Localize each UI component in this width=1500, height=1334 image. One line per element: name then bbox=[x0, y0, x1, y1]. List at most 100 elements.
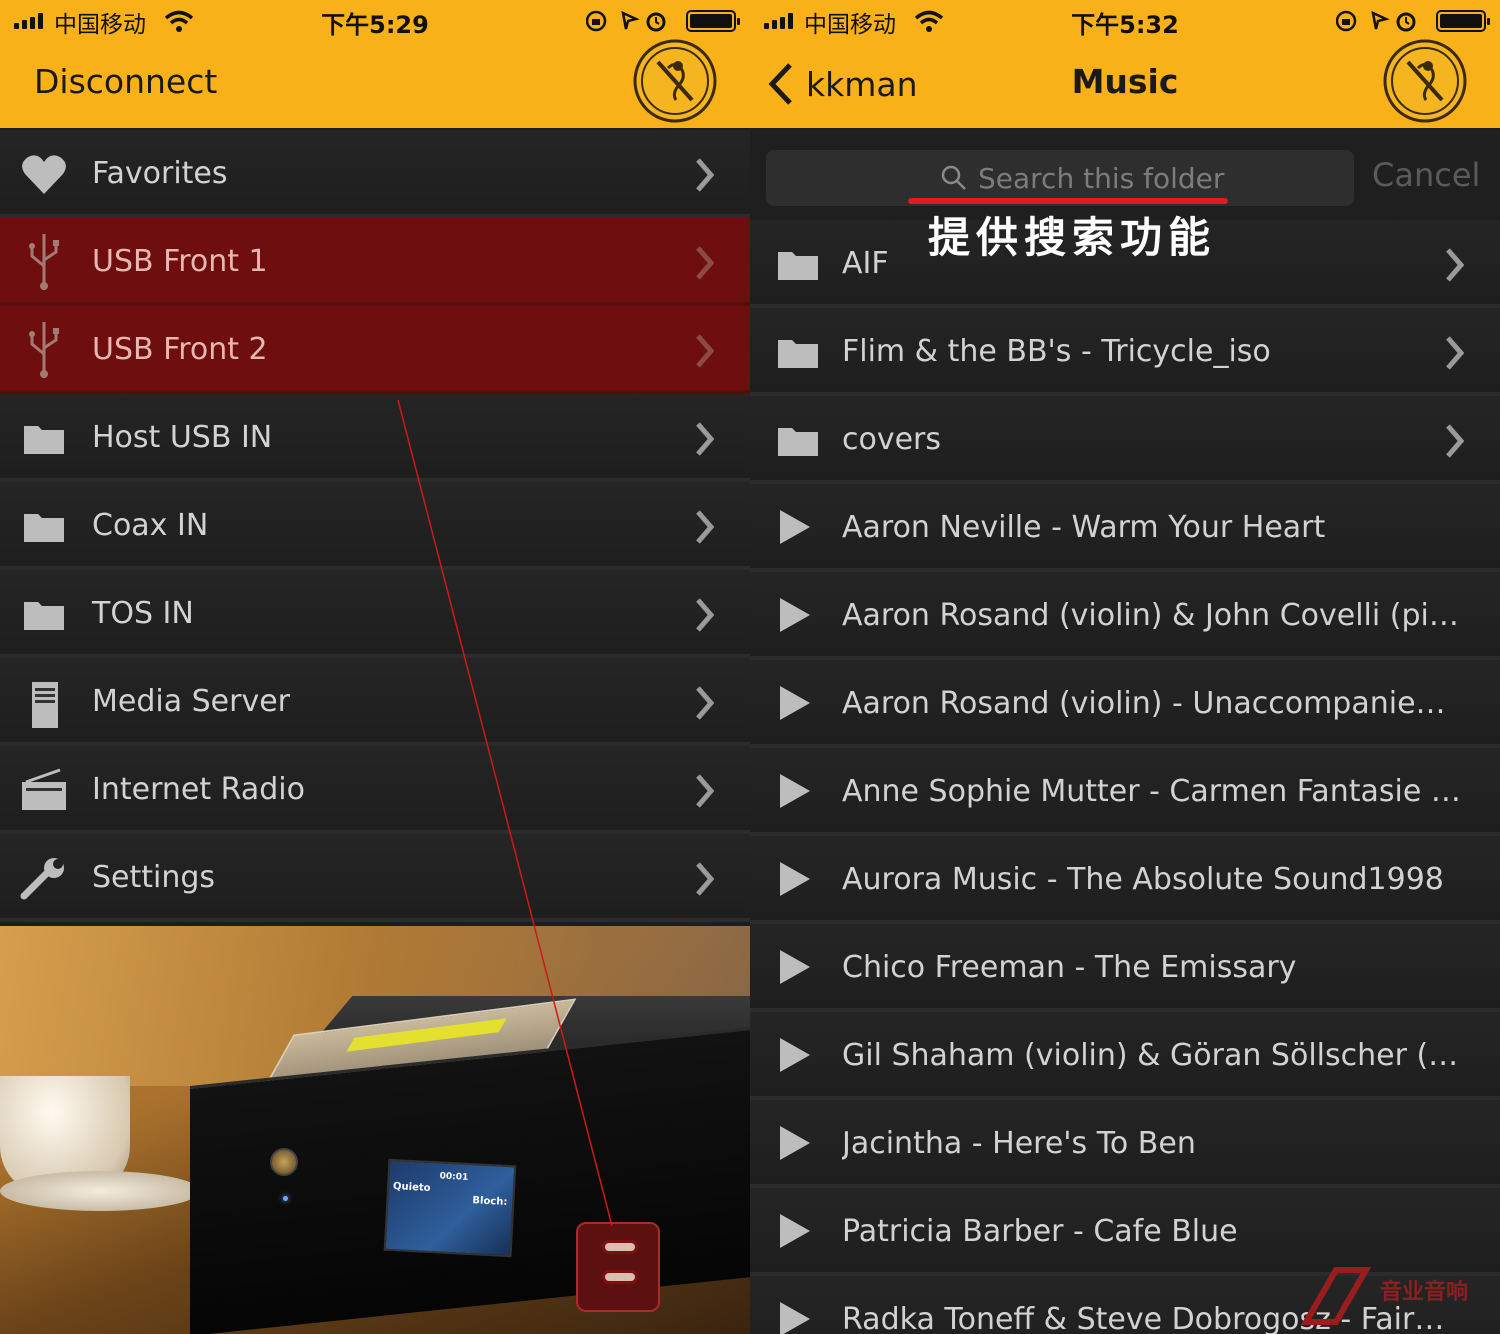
list-item[interactable]: Aurora Music - The Absolute Sound1998 bbox=[750, 836, 1500, 924]
folder-content-list: AIF Flim & the BB's - Tricycle_iso cover… bbox=[750, 220, 1500, 1334]
battery-icon bbox=[1436, 10, 1490, 32]
menu-item-coax-in[interactable]: Coax IN bbox=[0, 482, 750, 570]
brand-logo-icon bbox=[1383, 39, 1467, 123]
watermark-logo-icon bbox=[1300, 1267, 1372, 1325]
menu-item-usb-front-1[interactable]: USB Front 1 bbox=[0, 218, 750, 306]
play-icon bbox=[780, 774, 810, 808]
menu-item-internet-radio[interactable]: Internet Radio bbox=[0, 746, 750, 834]
top-bar: 中国移动 下午5:32 kkman Music bbox=[750, 0, 1500, 128]
folder-icon bbox=[778, 340, 818, 368]
menu-item-label: Host USB IN bbox=[92, 420, 273, 455]
status-bar: 中国移动 下午5:32 bbox=[750, 0, 1500, 42]
menu-item-label: Coax IN bbox=[92, 508, 209, 543]
usb-icon bbox=[29, 322, 59, 378]
chevron-right-icon bbox=[1446, 424, 1464, 458]
list-item[interactable]: Aaron Rosand (violin) - Unaccompanied Vi… bbox=[750, 660, 1500, 748]
brand-logo-icon bbox=[633, 39, 717, 123]
list-item-label: Flim & the BB's - Tricycle_iso bbox=[842, 334, 1271, 369]
search-input[interactable] bbox=[978, 158, 1338, 198]
chevron-right-icon bbox=[696, 774, 714, 808]
chevron-right-icon bbox=[1446, 248, 1464, 282]
list-item-label: AIF bbox=[842, 246, 889, 281]
list-item-label: covers bbox=[842, 422, 942, 457]
display-title-a: Quieto bbox=[392, 1180, 431, 1194]
menu-item-label: Internet Radio bbox=[92, 772, 305, 807]
play-icon bbox=[780, 1126, 810, 1160]
menu-item-media-server[interactable]: Media Server bbox=[0, 658, 750, 746]
play-icon bbox=[780, 950, 810, 984]
watermark-text: 音业音响 bbox=[1380, 1280, 1469, 1305]
chevron-right-icon bbox=[696, 334, 714, 368]
folder-icon bbox=[778, 252, 818, 280]
folder-icon bbox=[24, 514, 64, 542]
disconnect-button[interactable]: Disconnect bbox=[34, 62, 217, 101]
play-icon bbox=[780, 510, 810, 544]
list-item-label: Aaron Neville - Warm Your Heart bbox=[842, 510, 1326, 545]
menu-item-usb-front-2[interactable]: USB Front 2 bbox=[0, 306, 750, 394]
status-icons bbox=[586, 10, 666, 32]
list-item[interactable]: Gil Shaham (violin) & Göran Söllscher (g… bbox=[750, 1012, 1500, 1100]
chevron-right-icon bbox=[696, 598, 714, 632]
play-icon bbox=[780, 1302, 810, 1334]
right-screen: 中国移动 下午5:32 kkman Music Search this fold… bbox=[750, 0, 1500, 1334]
battery-icon bbox=[686, 10, 740, 32]
heart-icon bbox=[22, 155, 66, 194]
power-led bbox=[283, 1196, 288, 1201]
list-item[interactable]: Flim & the BB's - Tricycle_iso bbox=[750, 308, 1500, 396]
list-item[interactable]: Chico Freeman - The Emissary bbox=[750, 924, 1500, 1012]
list-item-label: Patricia Barber - Cafe Blue bbox=[842, 1214, 1238, 1249]
list-item-label: Aaron Rosand (violin) & John Covelli (pi… bbox=[842, 598, 1462, 633]
menu-item-label: Favorites bbox=[92, 156, 228, 191]
usb-ports-highlight bbox=[576, 1222, 660, 1312]
list-item-label: Jacintha - Here's To Ben bbox=[842, 1126, 1196, 1161]
list-item-label: Aurora Music - The Absolute Sound1998 bbox=[842, 862, 1444, 897]
chevron-right-icon bbox=[696, 246, 714, 280]
folder-icon bbox=[24, 426, 64, 454]
folder-icon bbox=[24, 602, 64, 630]
saucer bbox=[0, 1171, 200, 1211]
play-icon bbox=[780, 686, 810, 720]
annotation-text: 提供搜索功能 bbox=[928, 213, 1217, 262]
watermark: 音业音响 bbox=[1296, 1262, 1496, 1332]
chevron-right-icon bbox=[696, 422, 714, 456]
device-display: 00:01 Quieto Bloch: bbox=[383, 1158, 517, 1258]
usb-icon bbox=[29, 234, 59, 290]
search-icon bbox=[941, 165, 966, 190]
display-title-b: Bloch: bbox=[472, 1195, 508, 1208]
play-icon bbox=[780, 862, 810, 896]
list-item[interactable]: covers bbox=[750, 396, 1500, 484]
chevron-right-icon bbox=[696, 862, 714, 896]
wrench-icon bbox=[20, 858, 64, 900]
menu-item-label: Media Server bbox=[92, 684, 291, 719]
chevron-right-icon bbox=[1446, 336, 1464, 370]
list-item[interactable]: Aaron Rosand (violin) & John Covelli (pi… bbox=[750, 572, 1500, 660]
device-knob bbox=[270, 1148, 298, 1176]
list-item[interactable]: Aaron Neville - Warm Your Heart bbox=[750, 484, 1500, 572]
folder-icon bbox=[778, 428, 818, 456]
menu-item-favorites[interactable]: Favorites bbox=[0, 130, 750, 218]
list-item-label: Anne Sophie Mutter - Carmen Fantasie -… bbox=[842, 774, 1462, 809]
radio-icon bbox=[22, 768, 66, 810]
list-item[interactable]: Anne Sophie Mutter - Carmen Fantasie -… bbox=[750, 748, 1500, 836]
menu-item-label: Settings bbox=[92, 860, 216, 895]
list-item-label: Gil Shaham (violin) & Göran Söllscher (g… bbox=[842, 1038, 1462, 1073]
chevron-right-icon bbox=[696, 158, 714, 192]
menu-item-label: TOS IN bbox=[92, 596, 194, 631]
menu-item-host-usb-in[interactable]: Host USB IN bbox=[0, 394, 750, 482]
status-bar: 中国移动 下午5:29 bbox=[0, 0, 750, 42]
menu-item-settings[interactable]: Settings bbox=[0, 834, 750, 922]
play-icon bbox=[780, 598, 810, 632]
list-item[interactable]: Jacintha - Here's To Ben bbox=[750, 1100, 1500, 1188]
menu-item-tos-in[interactable]: TOS IN bbox=[0, 570, 750, 658]
list-item-label: Aaron Rosand (violin) - Unaccompanied Vi… bbox=[842, 686, 1462, 721]
status-icons bbox=[1336, 10, 1416, 32]
product-photo: 00:01 Quieto Bloch: bbox=[0, 926, 750, 1334]
play-icon bbox=[780, 1214, 810, 1248]
source-menu: Favorites USB Front 1 USB Front 2 Host U… bbox=[0, 130, 750, 922]
cancel-button[interactable]: Cancel bbox=[1372, 156, 1480, 194]
left-screen: 中国移动 下午5:29 Disconnect Favorites USB Fro… bbox=[0, 0, 750, 1334]
list-item-label: Chico Freeman - The Emissary bbox=[842, 950, 1297, 985]
menu-item-label: USB Front 2 bbox=[92, 332, 268, 367]
chevron-right-icon bbox=[696, 686, 714, 720]
server-icon bbox=[32, 682, 58, 728]
